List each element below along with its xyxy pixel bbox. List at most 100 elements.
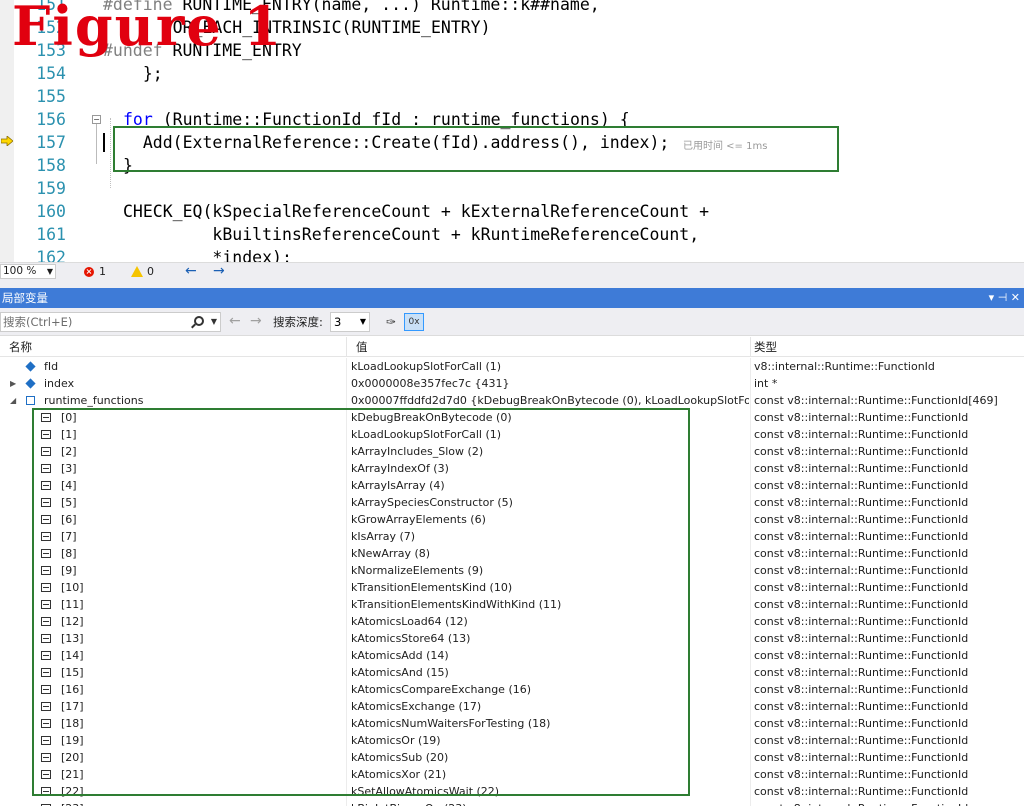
column-divider [750,460,751,477]
locals-window-title[interactable]: 局部变量 ▾ ⊣ ✕ [0,288,1024,308]
element-type: const v8::internal::Runtime::FunctionId [754,768,969,781]
column-divider [750,511,751,528]
variable-type: const v8::internal::Runtime::FunctionId[… [754,394,998,407]
code-line[interactable]: *index); [123,246,292,262]
search-icon[interactable] [194,316,204,326]
column-header-value[interactable]: 值 [347,337,368,357]
collapse-line [96,124,97,164]
window-controls[interactable]: ▾ ⊣ ✕ [989,288,1020,308]
warning-count[interactable]: 0 [147,264,154,279]
code-editor[interactable]: 151 152 153 154 155 156 157 158 159 160 161 162 #de… [0,0,1024,262]
column-divider [750,613,751,630]
element-type: const v8::internal::Runtime::FunctionId [754,428,969,441]
column-divider [346,358,347,375]
column-divider [346,375,347,392]
zoom-value: 100 % [3,265,37,277]
local-variable-row[interactable]: ▶ index 0x0000008e357fec7c {431} int * [0,375,1024,392]
column-divider [750,375,751,392]
line-number: 161 [36,225,66,244]
variable-name: fId [44,360,59,373]
element-type: const v8::internal::Runtime::FunctionId [754,734,969,747]
array-variable-icon [26,396,35,405]
element-type: const v8::internal::Runtime::FunctionId [754,615,969,628]
element-type: const v8::internal::Runtime::FunctionId [754,479,969,492]
variable-name: index [44,377,75,390]
code-text: *index); [123,248,292,262]
search-back-icon[interactable]: ← [229,313,241,329]
hex-display-icon[interactable]: 0x [404,313,424,331]
line-number: 162 [36,248,66,262]
line-number: 157 [36,133,66,152]
error-icon[interactable]: × [84,267,94,277]
variable-value[interactable]: 0x0000008e357fec7c {431} [351,375,749,392]
column-header-type[interactable]: 类型 [745,337,777,357]
column-headers: 名称 值 类型 [0,337,1024,357]
variable-value[interactable]: 0x00007ffddfd2d7d0 {kDebugBreakOnBytecod… [351,392,749,409]
local-variable-row[interactable]: fId kLoadLookupSlotForCall (1) v8::interna… [0,358,1024,375]
code-line[interactable]: CHECK_EQ(kSpecialReferenceCount + kExter… [123,200,709,223]
array-element-row[interactable]: [23] kBigIntBinaryOp (23) const v8::intern… [0,800,1024,806]
column-divider [750,443,751,460]
code-line[interactable]: }; [123,62,163,85]
element-type: const v8::internal::Runtime::FunctionId [754,496,969,509]
expand-arrow-icon[interactable]: ▶ [10,375,16,392]
element-type: const v8::internal::Runtime::FunctionId [754,530,969,543]
zoom-select[interactable]: 100 % ▼ [0,264,56,279]
column-divider [750,766,751,783]
search-forward-icon[interactable]: → [250,313,262,329]
column-divider [750,749,751,766]
column-divider [750,630,751,647]
element-type: const v8::internal::Runtime::FunctionId [754,513,969,526]
chevron-down-icon[interactable]: ▼ [211,313,217,331]
code-text: }; [123,64,163,83]
locals-title-text: 局部变量 [2,291,48,305]
code-text: kBuiltinsReferenceCount + kRuntimeRefere… [123,225,700,244]
column-divider [750,698,751,715]
indent-guide [110,118,111,188]
column-divider [750,545,751,562]
variable-type: v8::internal::Runtime::FunctionId [754,360,935,373]
navigate-forward-icon[interactable]: → [213,263,225,279]
column-divider [750,477,751,494]
column-divider [750,800,751,806]
highlight-box-array-elements [32,408,690,796]
search-input[interactable]: 搜索(Ctrl+E) ▼ [0,312,221,332]
pin-icon[interactable]: ✑ [383,314,399,330]
panel-splitter[interactable] [0,280,1024,288]
code-line[interactable]: kBuiltinsReferenceCount + kRuntimeRefere… [123,223,699,246]
element-type: const v8::internal::Runtime::FunctionId [754,785,969,798]
element-type: const v8::internal::Runtime::FunctionId [754,411,969,424]
local-variable-row[interactable]: ◢ runtime_functions 0x00007ffddfd2d7d0 {kD… [0,392,1024,409]
column-divider [750,494,751,511]
editor-status-bar: 100 % ▼ × 1 0 ← → [0,262,1024,280]
element-index: [23] [61,800,84,806]
collapse-toggle-icon[interactable]: − [92,115,101,124]
column-divider [750,715,751,732]
search-depth-select[interactable]: 3 ▼ [330,312,370,332]
element-type: const v8::internal::Runtime::FunctionId [754,564,969,577]
collapse-arrow-icon[interactable]: ◢ [10,392,16,409]
navigate-back-icon[interactable]: ← [185,263,197,279]
variable-value[interactable]: kLoadLookupSlotForCall (1) [351,358,749,375]
line-number: 158 [36,156,66,175]
element-type: const v8::internal::Runtime::FunctionId [754,700,969,713]
column-divider [750,579,751,596]
chevron-down-icon: ▼ [359,317,366,326]
column-header-name[interactable]: 名称 [0,337,32,357]
element-type: const v8::internal::Runtime::FunctionId [754,683,969,696]
column-divider [750,596,751,613]
column-divider [750,732,751,749]
error-count[interactable]: 1 [99,264,106,279]
element-type: const v8::internal::Runtime::FunctionId [754,751,969,764]
element-value[interactable]: kBigIntBinaryOp (23) [351,800,749,806]
elapsed-time-hint: 已用时间 <= 1ms [683,141,768,152]
column-divider [750,783,751,800]
text-cursor [103,133,105,152]
warning-icon[interactable] [131,266,143,277]
element-type: const v8::internal::Runtime::FunctionId [754,462,969,475]
column-divider [750,664,751,681]
column-divider [750,562,751,579]
column-divider [346,392,347,409]
search-placeholder: 搜索(Ctrl+E) [3,315,73,329]
column-divider [750,426,751,443]
